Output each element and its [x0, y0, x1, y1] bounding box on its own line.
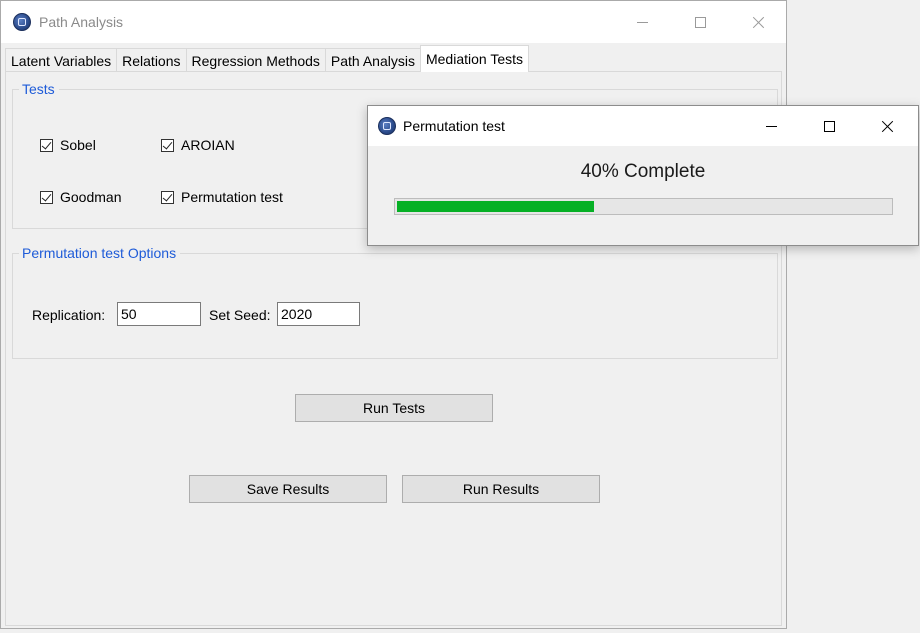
maximize-button[interactable]	[671, 1, 729, 43]
sobel-label: Sobel	[60, 137, 96, 153]
sobel-check-icon	[40, 138, 53, 152]
save-results-button[interactable]: Save Results	[189, 475, 387, 503]
permutation-options-groupbox: Permutation test Options Replication: Se…	[12, 245, 778, 359]
dialog-globe-icon	[378, 117, 396, 135]
dialog-minimize-button[interactable]	[742, 106, 800, 146]
permutation-check-icon	[161, 190, 174, 204]
minimize-button[interactable]	[613, 1, 671, 43]
dialog-close-button[interactable]	[858, 106, 916, 146]
progress-label: 40% Complete	[580, 161, 706, 182]
goodman-check-icon	[40, 190, 53, 204]
maximize-icon	[823, 120, 835, 132]
close-button[interactable]	[729, 1, 787, 43]
run-tests-button[interactable]: Run Tests	[295, 394, 493, 422]
tab-mediation-tests[interactable]: Mediation Tests	[419, 45, 529, 72]
dialog-title: Permutation test	[403, 118, 505, 134]
aroian-checkbox[interactable]: AROIAN	[161, 137, 235, 153]
aroian-label: AROIAN	[181, 137, 235, 153]
aroian-check-icon	[161, 138, 174, 152]
tab-relations[interactable]: Relations	[116, 48, 187, 72]
main-titlebar[interactable]: Path Analysis	[1, 1, 786, 43]
maximize-icon	[694, 16, 706, 28]
dialog-maximize-button[interactable]	[800, 106, 858, 146]
set-seed-label: Set Seed:	[209, 307, 271, 323]
replication-label: Replication:	[32, 307, 106, 323]
minimize-icon	[636, 21, 648, 23]
set-seed-input[interactable]	[277, 302, 360, 326]
close-icon	[752, 16, 765, 29]
sobel-checkbox[interactable]: Sobel	[40, 137, 96, 153]
goodman-label: Goodman	[60, 189, 122, 205]
dialog-titlebar[interactable]: Permutation test	[368, 106, 918, 146]
run-results-button[interactable]: Run Results	[402, 475, 600, 503]
tab-latent-variables[interactable]: Latent Variables	[5, 48, 118, 72]
tab-bar: Latent Variables Relations Regression Me…	[5, 45, 529, 72]
permutation-options-legend: Permutation test Options	[19, 245, 181, 261]
path-analysis-window: Path Analysis Latent Variables Relations…	[0, 0, 787, 629]
permutation-test-dialog: Permutation test 40% Complete	[367, 105, 919, 246]
permutation-test-checkbox[interactable]: Permutation test	[161, 189, 283, 205]
goodman-checkbox[interactable]: Goodman	[40, 189, 121, 205]
window-title: Path Analysis	[39, 14, 124, 30]
tab-path-analysis[interactable]: Path Analysis	[324, 48, 421, 72]
minimize-icon	[765, 125, 777, 127]
permutation-test-label: Permutation test	[181, 189, 283, 205]
progress-fill	[397, 201, 594, 212]
close-icon	[881, 120, 894, 133]
tab-regression-methods[interactable]: Regression Methods	[185, 48, 326, 72]
tests-legend: Tests	[19, 81, 59, 97]
replication-input[interactable]	[117, 302, 201, 326]
progress-bar	[394, 198, 893, 215]
app-globe-icon	[13, 13, 31, 31]
